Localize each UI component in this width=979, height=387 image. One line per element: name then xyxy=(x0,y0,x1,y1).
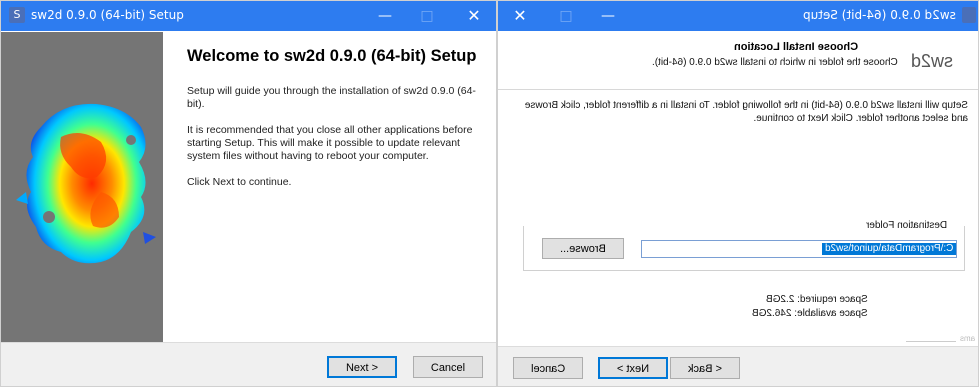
sw2d-logo: sw2d xyxy=(911,51,953,72)
intro-text: Setup will guide you through the install… xyxy=(187,85,476,110)
branding-text: ams xyxy=(960,334,975,343)
next-button[interactable]: Next > xyxy=(327,356,397,378)
browse-button[interactable]: Browse... xyxy=(542,238,624,259)
cancel-button-label: Cancel xyxy=(530,363,566,375)
back-button-label: < Back xyxy=(688,363,722,375)
page-title: Choose Install Location xyxy=(734,41,858,53)
branding-divider xyxy=(906,341,956,342)
cancel-button[interactable]: Cancel xyxy=(413,356,483,378)
destination-path-value: C:\ProgramData\quinot\sw2d xyxy=(824,243,953,254)
button-bar: Cancel Next > < Back xyxy=(498,346,978,386)
instructions: Setup will install sw2d 0.9.0 (64-bit) i… xyxy=(523,99,968,125)
branding-text-value: ams xyxy=(960,334,976,343)
minimize-icon[interactable]: — xyxy=(590,1,626,31)
next-button-label: Next > xyxy=(616,363,650,375)
page-subtitle: Choose the folder in which to install sw… xyxy=(652,57,898,68)
app-icon xyxy=(962,7,976,23)
destination-path-text: C:\ProgramData\quinot\sw2d xyxy=(821,243,956,255)
back-button[interactable]: < Back xyxy=(670,357,740,379)
setup-window-welcome: S sw2d 0.9.0 (64-bit) Setup — □ ✕ Welcom… xyxy=(0,0,497,387)
window-title-text: sw2d 0.9.0 (64-bit) Setup xyxy=(803,8,956,22)
app-logo-splash xyxy=(16,103,156,264)
app-icon: S xyxy=(9,7,25,23)
space-available: Space available: 246.2GB xyxy=(752,308,868,319)
button-bar: Next > Cancel xyxy=(1,342,496,386)
maximize-icon[interactable]: □ xyxy=(548,1,584,31)
space-available-text: Space available: 246.2GB xyxy=(752,308,868,319)
welcome-sidebar xyxy=(1,32,163,342)
space-required: Space required: 2.2GB xyxy=(766,294,868,305)
welcome-heading: Welcome to sw2d 0.9.0 (64-bit) Setup xyxy=(187,47,477,65)
title-bar[interactable]: ✕ □ — sw2d 0.9.0 (64-bit) Setup xyxy=(498,1,978,31)
welcome-content: Welcome to sw2d 0.9.0 (64-bit) Setup Set… xyxy=(171,32,491,189)
page-subtitle-text: Choose the folder in which to install sw… xyxy=(652,57,898,68)
window-title: sw2d 0.9.0 (64-bit) Setup xyxy=(803,8,956,22)
browse-button-label: Browse... xyxy=(560,243,606,255)
minimize-icon[interactable]: — xyxy=(367,1,403,31)
page-title-text: Choose Install Location xyxy=(733,41,858,53)
window-title: sw2d 0.9.0 (64-bit) Setup xyxy=(31,8,184,22)
logo-text: sw2d xyxy=(911,51,954,71)
next-button[interactable]: Next > xyxy=(598,357,668,379)
close-icon[interactable]: ✕ xyxy=(456,1,492,31)
close-icon[interactable]: ✕ xyxy=(502,1,538,31)
maximize-icon[interactable]: □ xyxy=(409,1,445,31)
title-bar[interactable]: S sw2d 0.9.0 (64-bit) Setup — □ ✕ xyxy=(1,1,496,31)
recommendation-text: It is recommended that you close all oth… xyxy=(187,124,473,162)
setup-window-install-location: ✕ □ — sw2d 0.9.0 (64-bit) Setup sw2d Cho… xyxy=(497,0,979,387)
instructions-text: Setup will install sw2d 0.9.0 (64-bit) i… xyxy=(524,100,968,124)
cancel-button[interactable]: Cancel xyxy=(513,357,583,379)
destination-path-input[interactable]: C:\ProgramData\quinot\sw2d xyxy=(641,240,957,258)
space-required-text: Space required: 2.2GB xyxy=(766,294,868,305)
continue-text: Click Next to continue. xyxy=(187,176,292,188)
